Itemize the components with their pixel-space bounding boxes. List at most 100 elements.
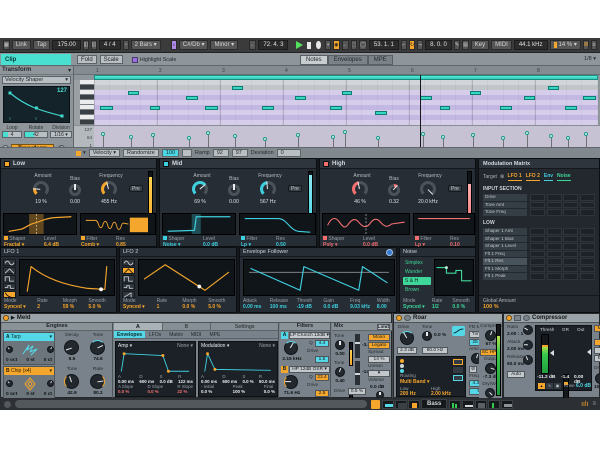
stage-a-chip[interactable]: [453, 359, 463, 365]
meld-power-button[interactable]: [3, 315, 9, 321]
mid-frequency-knob[interactable]: [260, 181, 276, 197]
matrix-cell[interactable]: [580, 258, 595, 265]
sidechain-input-icon[interactable]: [386, 249, 393, 256]
mod-env-title[interactable]: Modulation ▾: [201, 343, 229, 349]
midi-note-grid[interactable]: [94, 80, 598, 125]
matrix-cell[interactable]: [547, 243, 562, 250]
filter-a-type[interactable]: LP Crunch 12dB ▾: [289, 332, 330, 339]
midi-note[interactable]: [295, 96, 306, 100]
midi-note[interactable]: [375, 111, 387, 115]
low-bias-knob[interactable]: [69, 184, 81, 196]
lfo-wave-envelope-icon[interactable]: [3, 291, 16, 298]
matrix-cell[interactable]: [530, 194, 545, 201]
link-button[interactable]: Link: [12, 40, 31, 50]
roar-tone-value[interactable]: 0.0 %: [434, 333, 450, 338]
loop-value[interactable]: 4: [2, 131, 22, 138]
amp-env-title[interactable]: Amp ▾: [118, 343, 132, 349]
knee-value[interactable]: 6.0 dB: [576, 383, 591, 389]
listen-icon[interactable]: ◉: [554, 383, 561, 389]
matrix-cell[interactable]: [563, 202, 578, 209]
track-name-badge[interactable]: Bass: [421, 399, 447, 409]
low-amount-knob[interactable]: [33, 181, 49, 197]
randomize-dice-button[interactable]: [182, 149, 192, 157]
engine-a-right-knob[interactable]: [47, 346, 54, 353]
noise-type-sh[interactable]: S & H: [403, 277, 431, 285]
roar-display-toggle-icon[interactable]: [452, 326, 465, 336]
matrix-source-noise[interactable]: Noise: [557, 173, 571, 181]
record-button[interactable]: [316, 41, 321, 49]
lfo2-rate[interactable]: 1: [157, 304, 183, 310]
threshold-handle[interactable]: [550, 350, 554, 356]
randomize-button[interactable]: Randomize: [123, 149, 159, 157]
envf-freq[interactable]: 9.03 kHz: [350, 304, 377, 310]
matrix-cell[interactable]: [580, 266, 595, 273]
highlight-scale-checkbox[interactable]: [132, 57, 138, 63]
midi-note[interactable]: [470, 91, 481, 95]
engine-b-tone-knob[interactable]: [64, 374, 79, 389]
midi-note[interactable]: [583, 96, 596, 100]
tab-notes[interactable]: Notes: [300, 55, 328, 65]
unison-selector[interactable]: ▾: [368, 370, 390, 377]
division-value[interactable]: 1/16 ▾: [50, 131, 72, 138]
release-value[interactable]: 50.0 ms: [507, 362, 527, 367]
band-high-activator[interactable]: [323, 161, 329, 167]
punch-out-icon[interactable]: ¬: [417, 40, 423, 50]
computer-midi-keyboard-icon[interactable]: ▤: [462, 40, 469, 50]
matrix-cell[interactable]: [580, 209, 595, 216]
mid-amount-knob[interactable]: [192, 181, 208, 197]
midi-note[interactable]: [186, 96, 198, 100]
engine-a-tone-value[interactable]: 74.6: [87, 357, 109, 362]
high-shaper-activator[interactable]: [323, 236, 327, 240]
output-handle[interactable]: [587, 349, 591, 355]
noise-rate[interactable]: 1/2: [432, 304, 453, 310]
device-thumbnail[interactable]: [449, 400, 461, 409]
compressor-power-button[interactable]: [506, 315, 512, 321]
high-filter-activator[interactable]: [415, 236, 419, 240]
engine-a-oct[interactable]: 0 oct: [6, 358, 17, 363]
matrix-cell[interactable]: [530, 228, 545, 235]
lfo-wave-saw-icon[interactable]: [122, 291, 135, 298]
beat-time-ruler[interactable]: 1 2 3 4 5 6 7 8: [74, 66, 600, 75]
mix-tone-b-value[interactable]: 0.40: [333, 379, 347, 384]
matrix-cell[interactable]: [547, 266, 562, 273]
midi-note[interactable]: [342, 91, 352, 95]
metronome-pattern-icon[interactable]: |||: [91, 40, 97, 50]
automation-arm-icon[interactable]: ◉: [333, 40, 339, 50]
filter-a-drive[interactable]: 1.5: [315, 356, 329, 363]
meld-tab-b[interactable]: B: [162, 323, 211, 330]
routing-mode[interactable]: Multi Band ▾: [400, 379, 429, 385]
mid-shaper-activator[interactable]: [163, 236, 167, 240]
matrix-cell[interactable]: [530, 273, 545, 280]
subtab-lfos[interactable]: LFOs: [145, 331, 165, 338]
mid-filter-activator[interactable]: [241, 236, 245, 240]
roar-drywet-knob[interactable]: [485, 388, 495, 398]
mid-shaper-display[interactable]: [162, 213, 236, 235]
noise-type-simplex[interactable]: Simplex: [403, 259, 431, 267]
tab-envelopes[interactable]: Envelopes: [328, 55, 368, 65]
meld-tab-a[interactable]: A: [114, 323, 162, 330]
capture-midi-icon[interactable]: ⬚: [351, 40, 358, 50]
engine-b-rate-knob[interactable]: [90, 374, 105, 389]
ramp-to-value[interactable]: 97: [232, 149, 248, 157]
lane-collapse-icon[interactable]: ▾: [83, 150, 86, 156]
matrix-cell[interactable]: [580, 243, 595, 250]
spread-value[interactable]: 14 %: [368, 356, 390, 363]
loop-switch-icon[interactable]: ↻: [409, 40, 415, 50]
compressor-view-icon[interactable]: [523, 315, 530, 321]
low-pre-button[interactable]: Pre: [129, 185, 143, 192]
help-circle-icon[interactable]: [4, 401, 11, 408]
engine-a-tone-knob[interactable]: [90, 340, 105, 355]
high-filter-display[interactable]: [413, 213, 475, 235]
filter-b-type[interactable]: HP 12dB OSR ▾: [289, 366, 330, 373]
midi-note[interactable]: [232, 86, 243, 90]
lfo-wave-sine-icon[interactable]: [122, 259, 135, 266]
scale-button[interactable]: Scale: [100, 55, 123, 64]
cpu-meter[interactable]: 14 % ▾: [550, 40, 581, 50]
engine-b-oct[interactable]: 0 oct: [6, 392, 17, 397]
mod-env-display[interactable]: [199, 350, 277, 374]
engine-a-ct[interactable]: 0 ct: [44, 358, 52, 363]
matrix-cell[interactable]: [563, 251, 578, 258]
crossover-high[interactable]: 2.00 kHz: [431, 391, 451, 397]
mix-volume-knob[interactable]: [376, 391, 384, 398]
roar-compress-knob[interactable]: [485, 330, 496, 341]
